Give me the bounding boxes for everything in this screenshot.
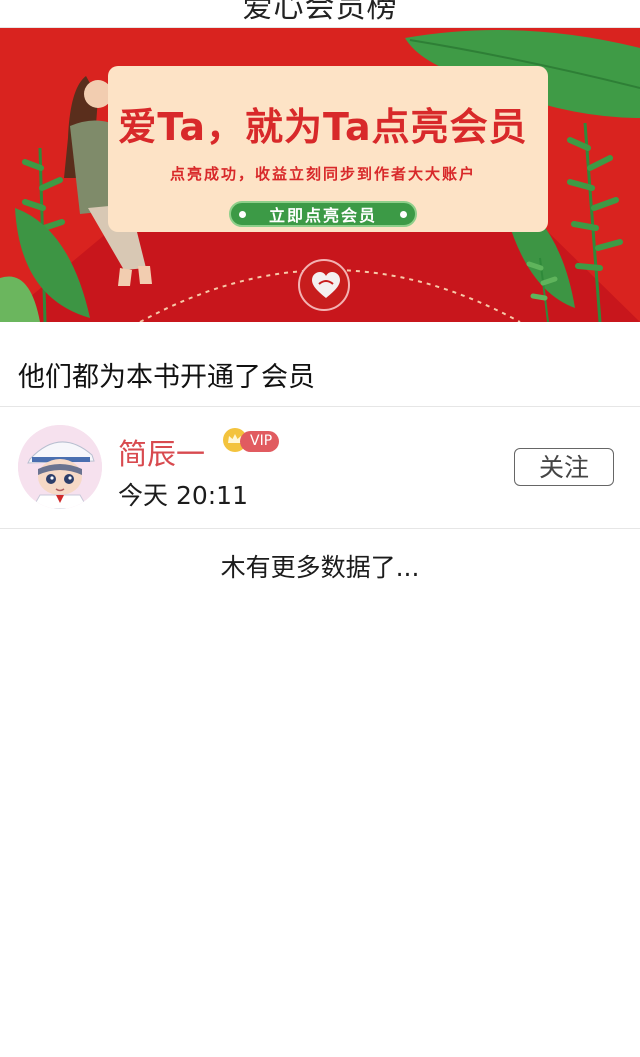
heart-badge [298,259,350,311]
cta-dot-left [239,211,246,218]
cta-label: 立即点亮会员 [268,206,377,225]
section-title: 他们都为本书开通了会员 [18,362,315,393]
list-item[interactable]: 简辰一 VIP 今天 20:11 关注 [0,407,640,528]
member-name[interactable]: 简辰一 [118,431,205,473]
divider [0,528,640,529]
promo-banner[interactable]: 爱Ta，就为Ta点亮会员 点亮成功，收益立刻同步到作者大大账户 立即点亮会员 [0,28,640,322]
follow-button[interactable]: 关注 [514,448,614,486]
cta-dot-right [400,211,407,218]
no-more-data-text: 木有更多数据了... [220,553,420,582]
page-title: 爱心会员榜 [242,0,398,25]
avatar-image [18,425,102,509]
light-up-membership-button[interactable]: 立即点亮会员 [229,201,417,227]
top-bar: 爱心会员榜 [0,0,640,28]
banner-subline: 点亮成功，收益立刻同步到作者大大账户 [169,165,476,183]
banner-headline: 爱Ta，就为Ta点亮会员 [118,105,528,149]
member-ranking-page: 爱心会员榜 爱Ta，就为Ta点亮会员 点亮成功，收益立刻同步到作者大大账户 立即… [0,0,640,1057]
member-time: 今天 20:11 [118,481,248,510]
heart-icon [312,272,340,298]
avatar[interactable] [18,425,102,509]
vip-badge: VIP [240,431,280,452]
